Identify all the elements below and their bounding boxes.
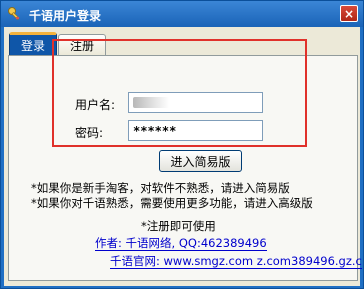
note-advanced-version: *如果你对千语熟悉，需要使用更多功能，请进入高级版 — [31, 196, 313, 210]
note-simple-version: *如果你是新手淘客，对软件不熟悉，请进入简易版 — [31, 181, 290, 195]
close-icon: × — [343, 6, 355, 21]
tab-login[interactable]: 登录 — [9, 32, 57, 56]
window-title: 千语用户登录 — [29, 9, 102, 23]
username-label: 用户名: — [75, 98, 116, 112]
author-link[interactable]: 作者: 千语网络, QQ:462389496 — [95, 237, 267, 251]
note-register: *注册即可使用 — [141, 219, 216, 233]
title-bar[interactable]: 千语用户登录 × — [1, 1, 363, 27]
username-field[interactable] — [128, 92, 263, 113]
close-button[interactable]: × — [340, 5, 358, 22]
password-label: 密码: — [75, 126, 104, 140]
enter-simple-version-button[interactable]: 进入简易版 — [159, 150, 242, 172]
key-icon — [7, 6, 23, 22]
redacted-username — [133, 97, 169, 108]
official-site-link[interactable]: 千语官网: www.smgz.com z.com389496.gz.c — [110, 255, 362, 269]
login-window: 千语用户登录 × 登录 注册 用户名: 密码: ****** 进入简易版 *如果… — [0, 0, 364, 289]
password-field[interactable]: ****** — [128, 120, 263, 141]
